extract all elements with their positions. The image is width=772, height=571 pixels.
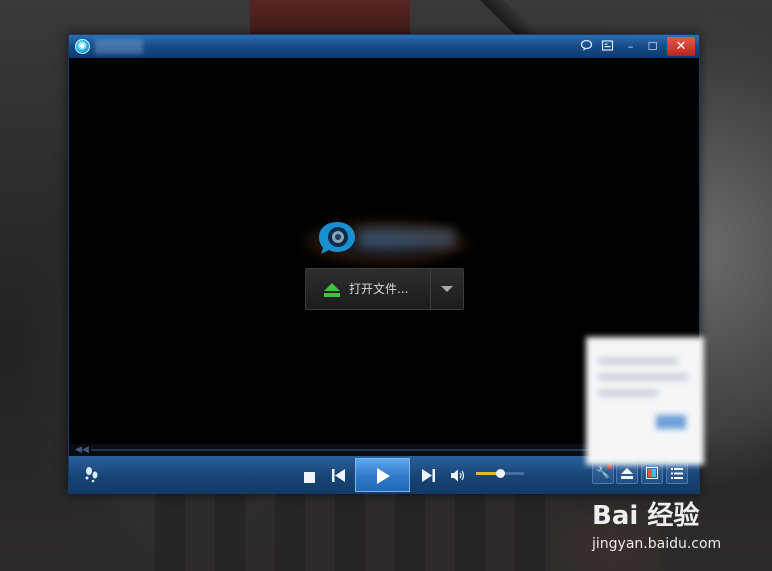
skin-button[interactable] (641, 462, 663, 484)
rewind-icon[interactable]: ◀◀ (75, 445, 89, 455)
baidu-watermark: Bai 经验 jingyan.baidu.com (590, 500, 770, 560)
maximize-button[interactable]: ☐ (645, 39, 660, 54)
blurred-text-line (598, 373, 688, 381)
background-gun (470, 0, 550, 36)
logo-wordmark (359, 228, 455, 248)
skin-icon (646, 467, 658, 479)
open-file-button[interactable]: 打开文件... (306, 269, 430, 309)
background-vest (155, 490, 575, 571)
watermark-logo: Bai 经验 (592, 501, 700, 531)
play-icon (377, 468, 390, 484)
volume-knob[interactable] (496, 469, 505, 478)
volume-slider[interactable] (476, 469, 524, 478)
previous-icon[interactable] (331, 467, 345, 482)
eject-button[interactable] (616, 462, 638, 484)
open-file-button-group: 打开文件... (305, 268, 464, 310)
chat-bubble-icon[interactable] (579, 39, 594, 54)
next-icon[interactable] (421, 467, 435, 482)
tools-button[interactable]: 🔧 (592, 462, 614, 484)
minimize-button[interactable]: – (623, 39, 638, 54)
title-bar[interactable]: ◉ – ☐ ✕ (69, 35, 699, 58)
close-button[interactable]: ✕ (667, 37, 695, 56)
blurred-text-line (598, 389, 658, 397)
app-logo-icon[interactable]: ◉ (75, 39, 90, 54)
volume-icon[interactable] (450, 467, 466, 482)
playlist-button[interactable] (666, 462, 688, 484)
play-button[interactable] (355, 458, 410, 492)
open-eject-icon (324, 282, 340, 297)
blurred-popup (586, 337, 704, 465)
skin-menu-icon[interactable] (600, 39, 615, 54)
stop-icon[interactable] (303, 468, 315, 483)
playlist-icon (671, 468, 683, 479)
eject-icon (621, 468, 633, 479)
blurred-button (656, 415, 686, 429)
player-logo-icon (317, 220, 357, 256)
window-title (95, 39, 143, 54)
open-dropdown-button[interactable] (431, 269, 463, 309)
open-file-label: 打开文件... (349, 282, 409, 296)
chevron-down-icon (441, 286, 453, 292)
blurred-text-line (598, 357, 678, 365)
watermark-url: jingyan.baidu.com (592, 536, 722, 552)
footprint-icon[interactable] (83, 465, 101, 483)
